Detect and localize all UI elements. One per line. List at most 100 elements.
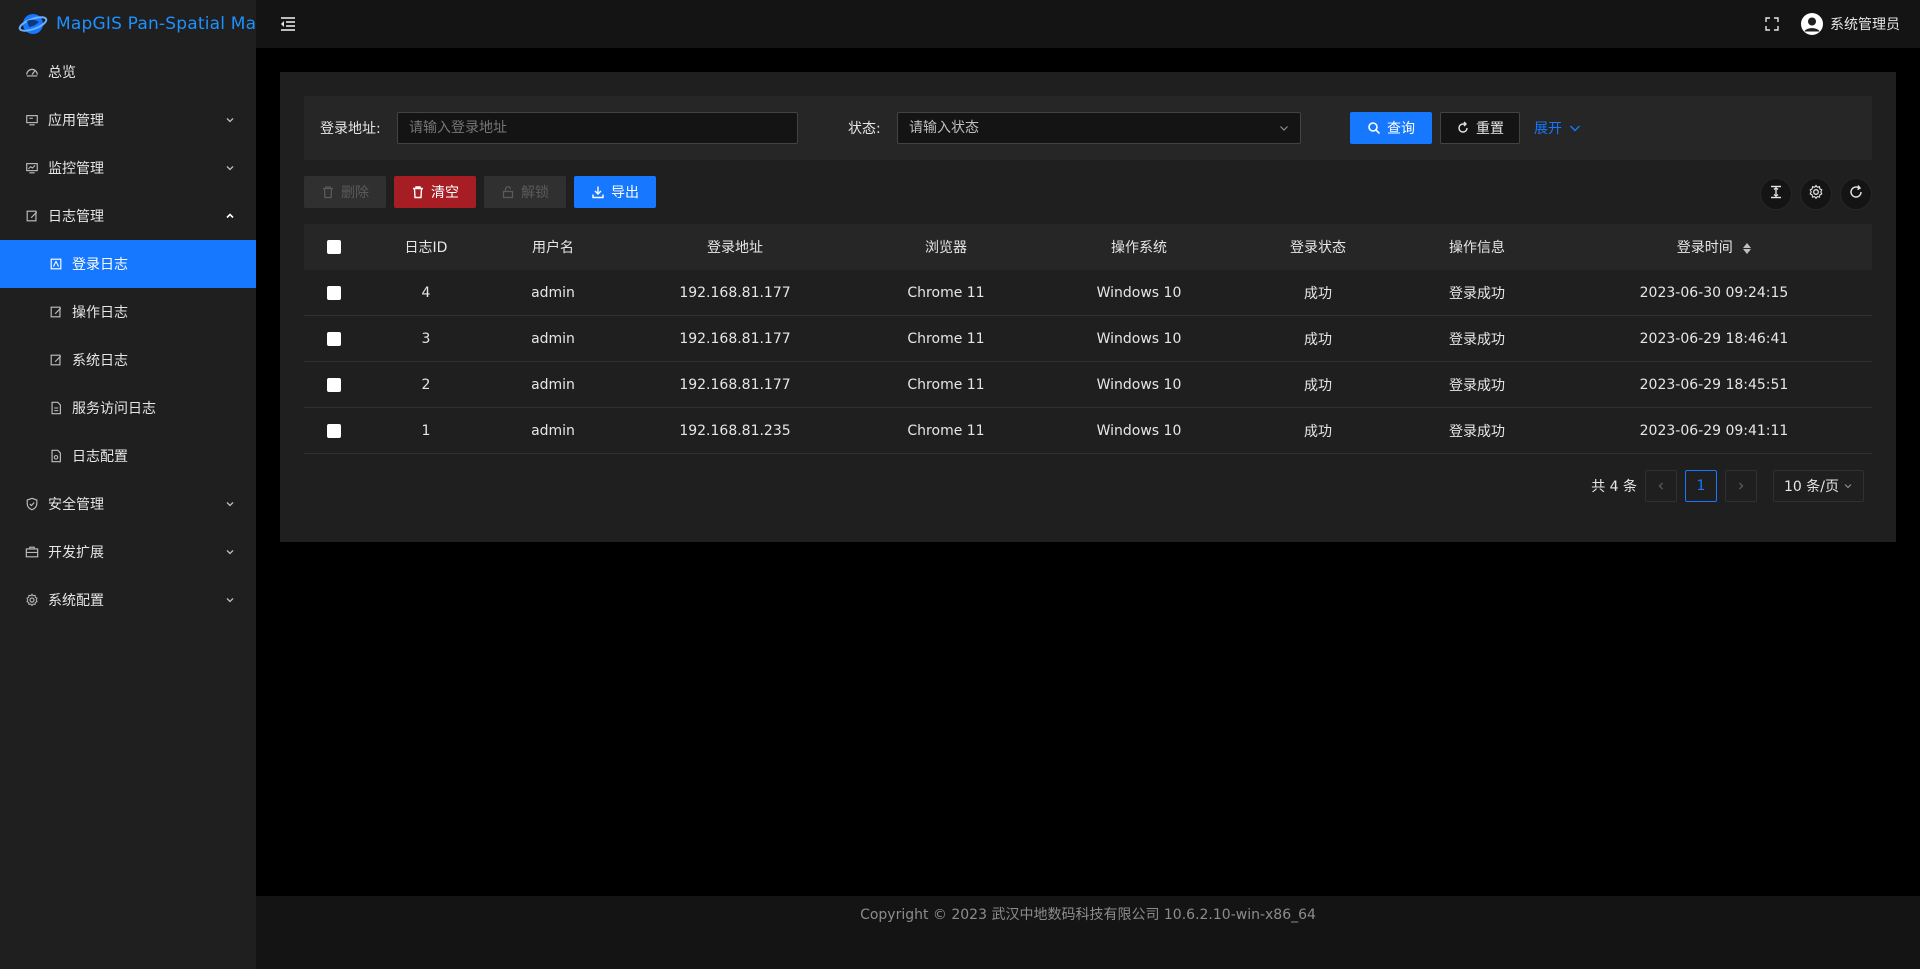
col-operation-info: 操作信息 <box>1449 240 1505 256</box>
table-row[interactable]: 4 admin 192.168.81.177 Chrome 11 Windows 10 成… <box>304 270 1872 316</box>
clear-button[interactable]: 清空 <box>394 176 476 208</box>
gear-icon <box>24 592 40 608</box>
col-login-time: 登录时间 <box>1676 240 1733 256</box>
cell-browser: Chrome 11 <box>907 330 985 347</box>
cell-browser: Chrome 11 <box>907 376 985 393</box>
cell-login-time: 2023-06-29 18:46:41 <box>1639 330 1789 347</box>
row-checkbox-cell <box>304 285 364 301</box>
header-actions: 系统管理员 <box>1764 12 1900 36</box>
cell-login-status: 成功 <box>1304 423 1332 440</box>
sidebar-item-login-log[interactable]: 登录日志 <box>0 240 256 288</box>
cell-login-address: 192.168.81.177 <box>679 330 791 347</box>
sidebar-item-security-management[interactable]: 安全管理 <box>0 480 256 528</box>
expand-button[interactable]: 展开 <box>1530 112 1586 144</box>
sidebar-item-overview[interactable]: 总览 <box>0 48 256 96</box>
search-icon <box>1367 121 1381 135</box>
sidebar-item-system-config[interactable]: 系统配置 <box>0 576 256 624</box>
select-all-checkbox[interactable] <box>327 240 341 254</box>
refresh-button[interactable] <box>1840 178 1872 210</box>
row-checkbox[interactable] <box>327 285 341 300</box>
export-button[interactable]: 导出 <box>574 176 656 208</box>
col-os: 操作系统 <box>1111 240 1167 256</box>
col-login-time-header[interactable]: 登录时间 <box>1556 237 1872 257</box>
app-title: MapGIS Pan-Spatial Map <box>56 14 268 34</box>
table-row[interactable]: 1 admin 192.168.81.235 Chrome 11 Windows 10 成… <box>304 408 1872 454</box>
sidebar-item-app-management[interactable]: 应用管理 <box>0 96 256 144</box>
address-filter-label: 登录地址: <box>320 121 381 137</box>
sidebar-item-label: 开发扩展 <box>48 545 104 561</box>
cell-os: Windows 10 <box>1096 284 1182 301</box>
toolbox-icon <box>24 544 40 560</box>
shield-icon <box>24 496 40 512</box>
file-icon <box>48 400 64 416</box>
table-body: 4 admin 192.168.81.177 Chrome 11 Windows 10 成… <box>304 270 1872 454</box>
sidebar-item-monitor-management[interactable]: 监控管理 <box>0 144 256 192</box>
download-icon <box>591 185 605 199</box>
dashboard-icon <box>24 64 40 80</box>
row-checkbox[interactable] <box>327 423 341 438</box>
copyright-text: Copyright © 2023 武汉中地数码科技有限公司 10.6.2.10-… <box>860 907 1316 923</box>
refresh-icon <box>1848 184 1864 204</box>
cell-login-time: 2023-06-29 18:45:51 <box>1639 376 1789 393</box>
menu-fold-icon[interactable] <box>278 14 298 34</box>
column-height-button[interactable] <box>1760 178 1792 210</box>
row-checkbox[interactable] <box>327 377 341 392</box>
delete-button[interactable]: 删除 <box>304 176 386 208</box>
delete-button-label: 删除 <box>341 185 369 201</box>
fullscreen-icon[interactable] <box>1764 16 1780 32</box>
select-all-checkbox-cell <box>304 239 364 255</box>
column-settings-button[interactable] <box>1800 178 1832 210</box>
gear-icon <box>1808 184 1824 204</box>
chevron-right-icon <box>1739 482 1744 490</box>
main-content: 登录地址: 状态: 请输入状态 查询 重置 展开 删除 清空 解锁 导 <box>280 72 1896 542</box>
table-row[interactable]: 2 admin 192.168.81.177 Chrome 11 Windows 10 成… <box>304 362 1872 408</box>
chevron-down-icon <box>1278 122 1290 134</box>
prev-page-button[interactable] <box>1645 470 1678 502</box>
reset-button[interactable]: 重置 <box>1440 112 1520 144</box>
user-avatar-icon <box>1800 12 1824 36</box>
sidebar-item-log-management[interactable]: 日志管理 <box>0 192 256 240</box>
clear-button-label: 清空 <box>431 185 459 201</box>
file-config-icon <box>48 448 64 464</box>
search-button-label: 查询 <box>1387 121 1415 137</box>
cell-log-id: 3 <box>421 330 431 347</box>
sort-icon[interactable] <box>1743 242 1752 254</box>
pagination: 共 4 条 1 10 条/页 <box>1591 470 1864 502</box>
pagination-total: 共 4 条 <box>1591 479 1638 495</box>
sidebar-item-log-config[interactable]: 日志配置 <box>0 432 256 480</box>
status-filter-label: 状态: <box>848 121 881 137</box>
sidebar-item-dev-extension[interactable]: 开发扩展 <box>0 528 256 576</box>
chevron-up-icon <box>224 210 236 222</box>
table-row[interactable]: 3 admin 192.168.81.177 Chrome 11 Windows 10 成… <box>304 316 1872 362</box>
search-button[interactable]: 查询 <box>1350 112 1432 144</box>
export-button-label: 导出 <box>611 185 639 201</box>
unlock-button[interactable]: 解锁 <box>484 176 566 208</box>
logo[interactable]: MapGIS Pan-Spatial Map <box>0 0 267 48</box>
cell-os: Windows 10 <box>1096 330 1182 347</box>
sidebar-item-system-log[interactable]: 系统日志 <box>0 336 256 384</box>
next-page-button[interactable] <box>1725 470 1758 502</box>
edit-icon <box>48 304 64 320</box>
row-checkbox[interactable] <box>327 331 341 346</box>
table-header: 日志ID 用户名 登录地址 浏览器 操作系统 登录状态 操作信息 登录时间 <box>304 224 1872 270</box>
monitor-icon <box>24 160 40 176</box>
page-size-select[interactable]: 10 条/页 <box>1773 470 1864 502</box>
sidebar-item-label: 服务访问日志 <box>72 401 156 417</box>
sidebar-item-service-access-log[interactable]: 服务访问日志 <box>0 384 256 432</box>
footer: Copyright © 2023 武汉中地数码科技有限公司 10.6.2.10-… <box>256 896 1920 969</box>
col-login-status: 登录状态 <box>1290 240 1346 256</box>
row-checkbox-cell <box>304 377 364 393</box>
cell-login-address: 192.168.81.177 <box>679 376 791 393</box>
page-1-button[interactable]: 1 <box>1685 470 1718 502</box>
cell-username: admin <box>531 422 575 439</box>
status-filter-select[interactable]: 请输入状态 <box>897 112 1301 144</box>
page-size-label: 10 条/页 <box>1784 479 1839 495</box>
col-log-id: 日志ID <box>404 240 448 256</box>
log-icon <box>24 208 40 224</box>
sidebar-item-operation-log[interactable]: 操作日志 <box>0 288 256 336</box>
address-filter-input[interactable] <box>397 112 798 144</box>
cell-browser: Chrome 11 <box>907 284 985 301</box>
user-menu[interactable]: 系统管理员 <box>1800 12 1900 36</box>
reset-button-label: 重置 <box>1476 121 1504 137</box>
column-height-icon <box>1768 184 1784 204</box>
